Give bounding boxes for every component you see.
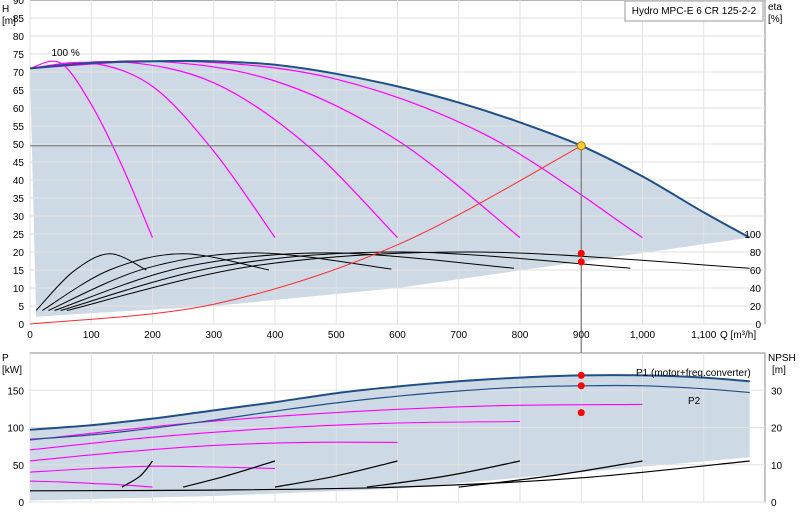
- speed-label: 100 %: [51, 48, 79, 59]
- p1-series-label: P1 (motor+freq.converter): [636, 368, 751, 379]
- q-axis-tick-label: 200: [144, 330, 161, 341]
- npsh-duty-marker: [577, 409, 585, 417]
- h-axis-tick-label: 90: [13, 0, 25, 7]
- h-axis-tick-label: 60: [13, 104, 25, 115]
- p-axis-tick-label: 150: [7, 386, 24, 397]
- npsh-axis-tick-label: 0: [771, 498, 777, 509]
- p-axis-tick-label: 50: [13, 461, 25, 472]
- npsh-axis-tick-label: 30: [771, 386, 783, 397]
- q-axis-tick-label: 700: [450, 330, 467, 341]
- q-axis-tick-label: 100: [83, 330, 100, 341]
- npsh-axis-tick-label: 10: [771, 461, 783, 472]
- npsh-axis-unit: [m]: [772, 365, 786, 376]
- q-axis-tick-label: 800: [512, 330, 529, 341]
- h-axis-tick-label: 5: [18, 302, 24, 313]
- q-axis-tick-label: 300: [205, 330, 222, 341]
- h-axis-tick-label: 55: [13, 122, 25, 133]
- chart-title: Hydro MPC-E 6 CR 125-2-2: [632, 6, 757, 17]
- h-axis-tick-label: 70: [13, 68, 25, 79]
- h-axis-tick-label: 0: [18, 320, 24, 331]
- p-axis-tick-label: 100: [7, 424, 24, 435]
- chart-canvas: 100 % Hydro MPC-E 6 CR 125-2-2 0 5 10 15 20 25 3…: [2, 0, 796, 509]
- eta-axis-tick-label: 40: [750, 284, 762, 295]
- eta-axis-tick-label: 20: [750, 302, 762, 313]
- h-axis-tick-label: 45: [13, 158, 25, 169]
- q-axis-tick-label: 600: [389, 330, 406, 341]
- h-axis-tick-label: 10: [13, 284, 25, 295]
- h-axis-label: H: [2, 4, 9, 15]
- q-axis-tick-label: 400: [267, 330, 284, 341]
- duty-point-marker: [576, 141, 586, 151]
- h-axis-tick-label: 35: [13, 194, 25, 205]
- efficiency-duty-marker: [577, 249, 585, 257]
- efficiency-duty-marker: [577, 258, 585, 266]
- p-axis-label: P: [2, 353, 9, 364]
- eta-axis-tick-label: 0: [755, 320, 761, 331]
- q-axis-label: Q [m³/h]: [720, 330, 756, 341]
- p-axis-unit: [kW]: [2, 365, 22, 376]
- p-axis-tick-label: 0: [18, 498, 24, 509]
- h-axis-tick-label: 15: [13, 266, 25, 277]
- npsh-axis-label: NPSH: [768, 353, 796, 364]
- q-axis-tick-label: 1,000: [630, 330, 655, 341]
- h-axis-tick-label: 50: [13, 140, 25, 151]
- eta-axis-label: eta: [768, 2, 782, 13]
- h-axis-tick-label: 65: [13, 86, 25, 97]
- q-axis-tick-label: 0: [27, 330, 33, 341]
- h-axis-tick-label: 40: [13, 176, 25, 187]
- pump-curve-chart: 100 % Hydro MPC-E 6 CR 125-2-2 0 5 10 15 20 25 3…: [0, 0, 800, 520]
- h-axis-unit: [m]: [2, 16, 16, 27]
- p2-duty-marker: [577, 382, 585, 390]
- eta-axis-tick-label: 80: [750, 248, 762, 259]
- h-axis-tick-label: 30: [13, 212, 25, 223]
- h-axis-tick-label: 25: [13, 230, 25, 241]
- h-axis-tick-label: 75: [13, 50, 25, 61]
- p1-duty-marker: [577, 371, 585, 379]
- q-axis-tick-label: 900: [573, 330, 590, 341]
- npsh-axis-tick-label: 20: [771, 424, 783, 435]
- p2-series-label: P2: [688, 396, 701, 407]
- q-axis-tick-label: 500: [328, 330, 345, 341]
- eta-axis-tick-label: 60: [750, 266, 762, 277]
- eta-axis-unit: [%]: [768, 14, 783, 25]
- eta-axis-tick-label: 100: [744, 230, 761, 241]
- h-axis-tick-label: 20: [13, 248, 25, 259]
- h-axis-tick-label: 80: [13, 32, 25, 43]
- q-axis-tick-label: 1,100: [691, 330, 716, 341]
